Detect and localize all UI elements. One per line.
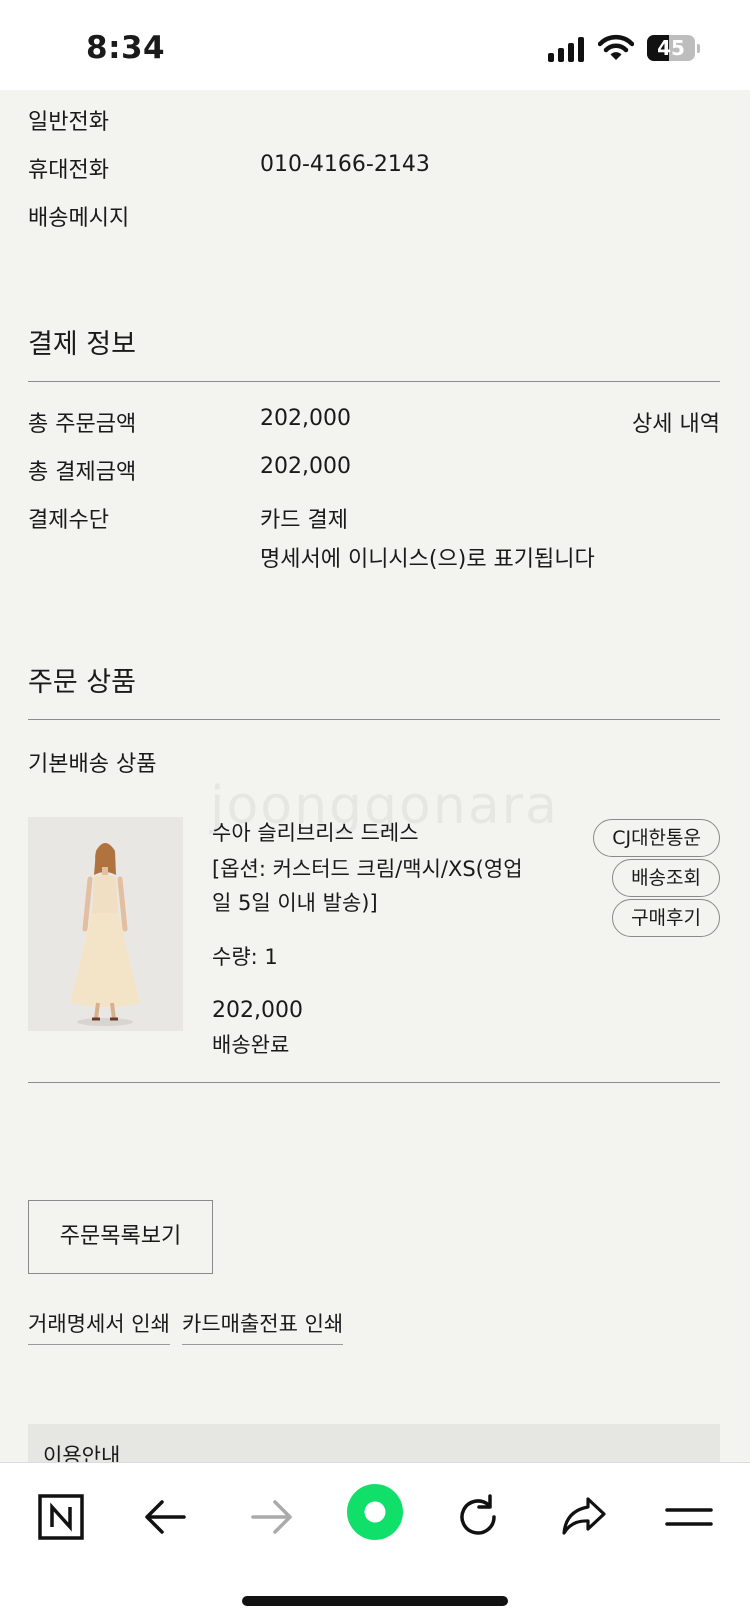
payment-divider [28, 381, 720, 382]
dress-model-image [28, 817, 183, 1031]
mobile-value: 010-4166-2143 [260, 152, 430, 177]
write-review-button[interactable]: 구매후기 [612, 899, 720, 937]
payment-section-title: 결제 정보 [28, 329, 136, 360]
share-icon[interactable] [556, 1489, 612, 1545]
cellular-signal-icon [548, 36, 586, 62]
payment-method-value: 카드 결제 [260, 508, 348, 533]
mobile-label: 휴대전화 [28, 158, 109, 183]
total-order-label: 총 주문금액 [28, 412, 137, 437]
product-name[interactable]: 수아 슬리브리스 드레스 [212, 816, 419, 850]
print-statement-link[interactable]: 거래명세서 인쇄 [28, 1308, 170, 1345]
shipping-group-label: 기본배송 상품 [28, 752, 157, 777]
home-indicator[interactable] [242, 1596, 508, 1606]
wifi-icon [598, 34, 634, 60]
total-order-value: 202,000 [260, 406, 351, 431]
naver-n-icon[interactable] [33, 1489, 89, 1545]
delivery-message-label: 배송메시지 [28, 206, 130, 231]
battery-icon: 45 [647, 35, 695, 61]
landline-label: 일반전화 [28, 110, 109, 135]
battery-level: 45 [657, 36, 685, 60]
order-list-button[interactable]: 주문목록보기 [28, 1200, 213, 1274]
menu-icon[interactable] [661, 1489, 717, 1545]
total-paid-value: 202,000 [260, 454, 351, 479]
total-paid-label: 총 결제금액 [28, 460, 137, 485]
product-option-line2: 일 5일 이내 발송)] [212, 891, 378, 915]
delivery-status: 배송완료 [212, 1033, 290, 1057]
carrier-button[interactable]: CJ대한통운 [593, 819, 720, 857]
track-shipment-button[interactable]: 배송조회 [612, 859, 720, 897]
payment-method-label: 결제수단 [28, 508, 109, 533]
product-price: 202,000 [212, 998, 303, 1023]
reload-icon[interactable] [450, 1489, 506, 1545]
statement-note: 명세서에 이니시스(으)로 표기됩니다 [260, 547, 595, 572]
print-card-receipt-link[interactable]: 카드매출전표 인쇄 [182, 1308, 344, 1345]
order-items-divider [28, 719, 720, 720]
product-quantity: 수량: 1 [212, 945, 278, 969]
back-arrow-icon[interactable] [138, 1489, 194, 1545]
status-time: 8:34 [86, 30, 166, 66]
product-option-line1: [옵션: 커스터드 크림/맥시/XS(영업 [212, 857, 523, 881]
battery-cap [697, 44, 700, 53]
forward-arrow-icon[interactable] [243, 1489, 299, 1545]
payment-detail-link[interactable]: 상세 내역 [632, 406, 720, 438]
order-items-bottom-divider [28, 1082, 720, 1083]
green-dot-icon[interactable] [346, 1483, 404, 1541]
order-items-title: 주문 상품 [28, 667, 136, 698]
status-bar: 8:34 45 [0, 0, 750, 90]
product-thumbnail[interactable] [28, 817, 183, 1031]
